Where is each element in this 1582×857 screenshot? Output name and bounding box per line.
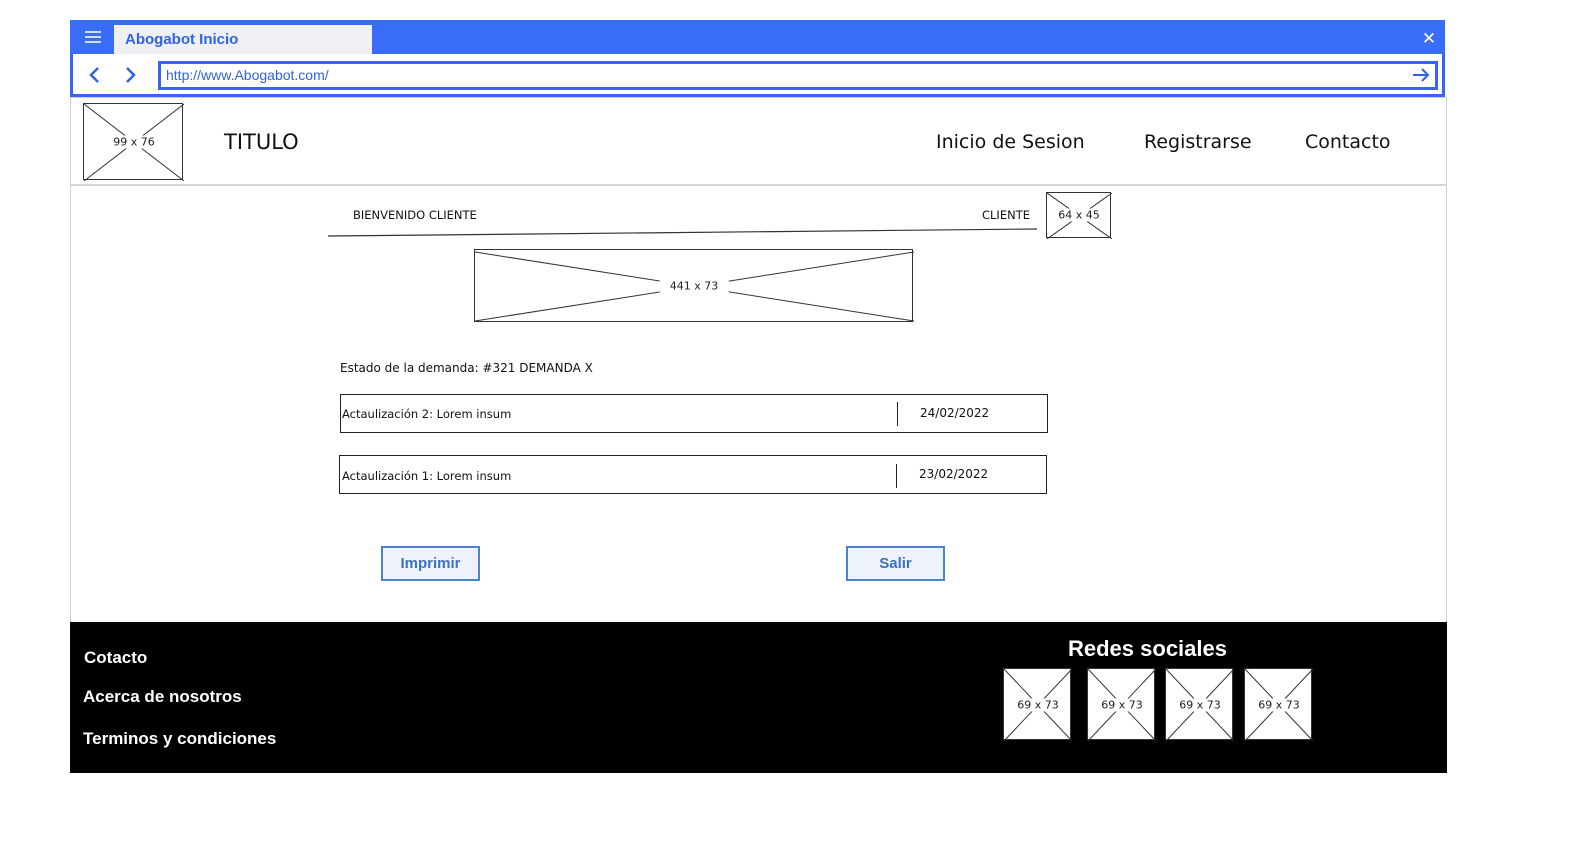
exit-button[interactable]: Salir [846,546,945,581]
footer-link-contact[interactable]: Cotacto [84,648,147,668]
social-icon-placeholder[interactable]: 69 x 73 [1087,668,1156,741]
nav-link-contact[interactable]: Contacto [1305,131,1391,153]
user-label: CLIENTE [982,208,1030,222]
footer [70,622,1447,773]
url-bar[interactable] [158,61,1438,90]
update-divider [897,402,898,426]
go-arrow-icon[interactable] [1410,64,1432,86]
back-arrow-icon[interactable] [84,64,106,86]
footer-link-terms[interactable]: Terminos y condiciones [83,729,276,749]
social-placeholder-label: 69 x 73 [1257,698,1301,712]
social-icon-placeholder[interactable]: 69 x 73 [1165,668,1234,741]
logo-image-placeholder: 99 x 76 [83,103,184,181]
header-divider [70,184,1447,186]
forward-arrow-icon[interactable] [120,64,142,86]
welcome-underline [327,228,1038,237]
social-placeholder-label: 69 x 73 [1100,698,1144,712]
case-status-label: Estado de la demanda: #321 DEMANDA X [340,361,593,375]
social-placeholder-label: 69 x 73 [1016,698,1060,712]
print-button[interactable]: Imprimir [381,546,480,581]
banner-image-placeholder: 441 x 73 [474,249,914,322]
social-icon-placeholder[interactable]: 69 x 73 [1244,668,1313,741]
update-row[interactable]: Actaulización 1: Lorem insum 23/02/2022 [339,455,1047,494]
avatar-placeholder-label: 64 x 45 [1057,208,1101,222]
update-label: Actaulización 1: Lorem insum [342,469,512,483]
update-label: Actaulización 2: Lorem insum [342,407,512,421]
update-date: 24/02/2022 [920,406,990,420]
update-divider [896,464,897,488]
nav-link-register[interactable]: Registrarse [1144,131,1252,153]
close-icon[interactable]: ✕ [1418,30,1440,48]
social-title: Redes sociales [1068,636,1227,661]
site-title: TITULO [224,130,299,154]
footer-link-about[interactable]: Acerca de nosotros [83,687,242,707]
update-row[interactable]: Actaulización 2: Lorem insum 24/02/2022 [340,394,1048,433]
social-placeholder-label: 69 x 73 [1178,698,1222,712]
nav-link-login[interactable]: Inicio de Sesion [936,131,1085,153]
url-text[interactable]: http://www.Abogabot.com/ [166,67,329,83]
hamburger-menu-icon[interactable] [82,28,104,46]
browser-tab-title: Abogabot Inicio [125,31,239,48]
social-icon-placeholder[interactable]: 69 x 73 [1003,668,1072,741]
avatar-image-placeholder[interactable]: 64 x 45 [1046,192,1112,239]
update-date: 23/02/2022 [919,467,989,481]
welcome-greeting: BIENVENIDO CLIENTE [353,208,477,222]
banner-placeholder-label: 441 x 73 [659,279,729,293]
logo-placeholder-label: 99 x 76 [112,135,156,149]
